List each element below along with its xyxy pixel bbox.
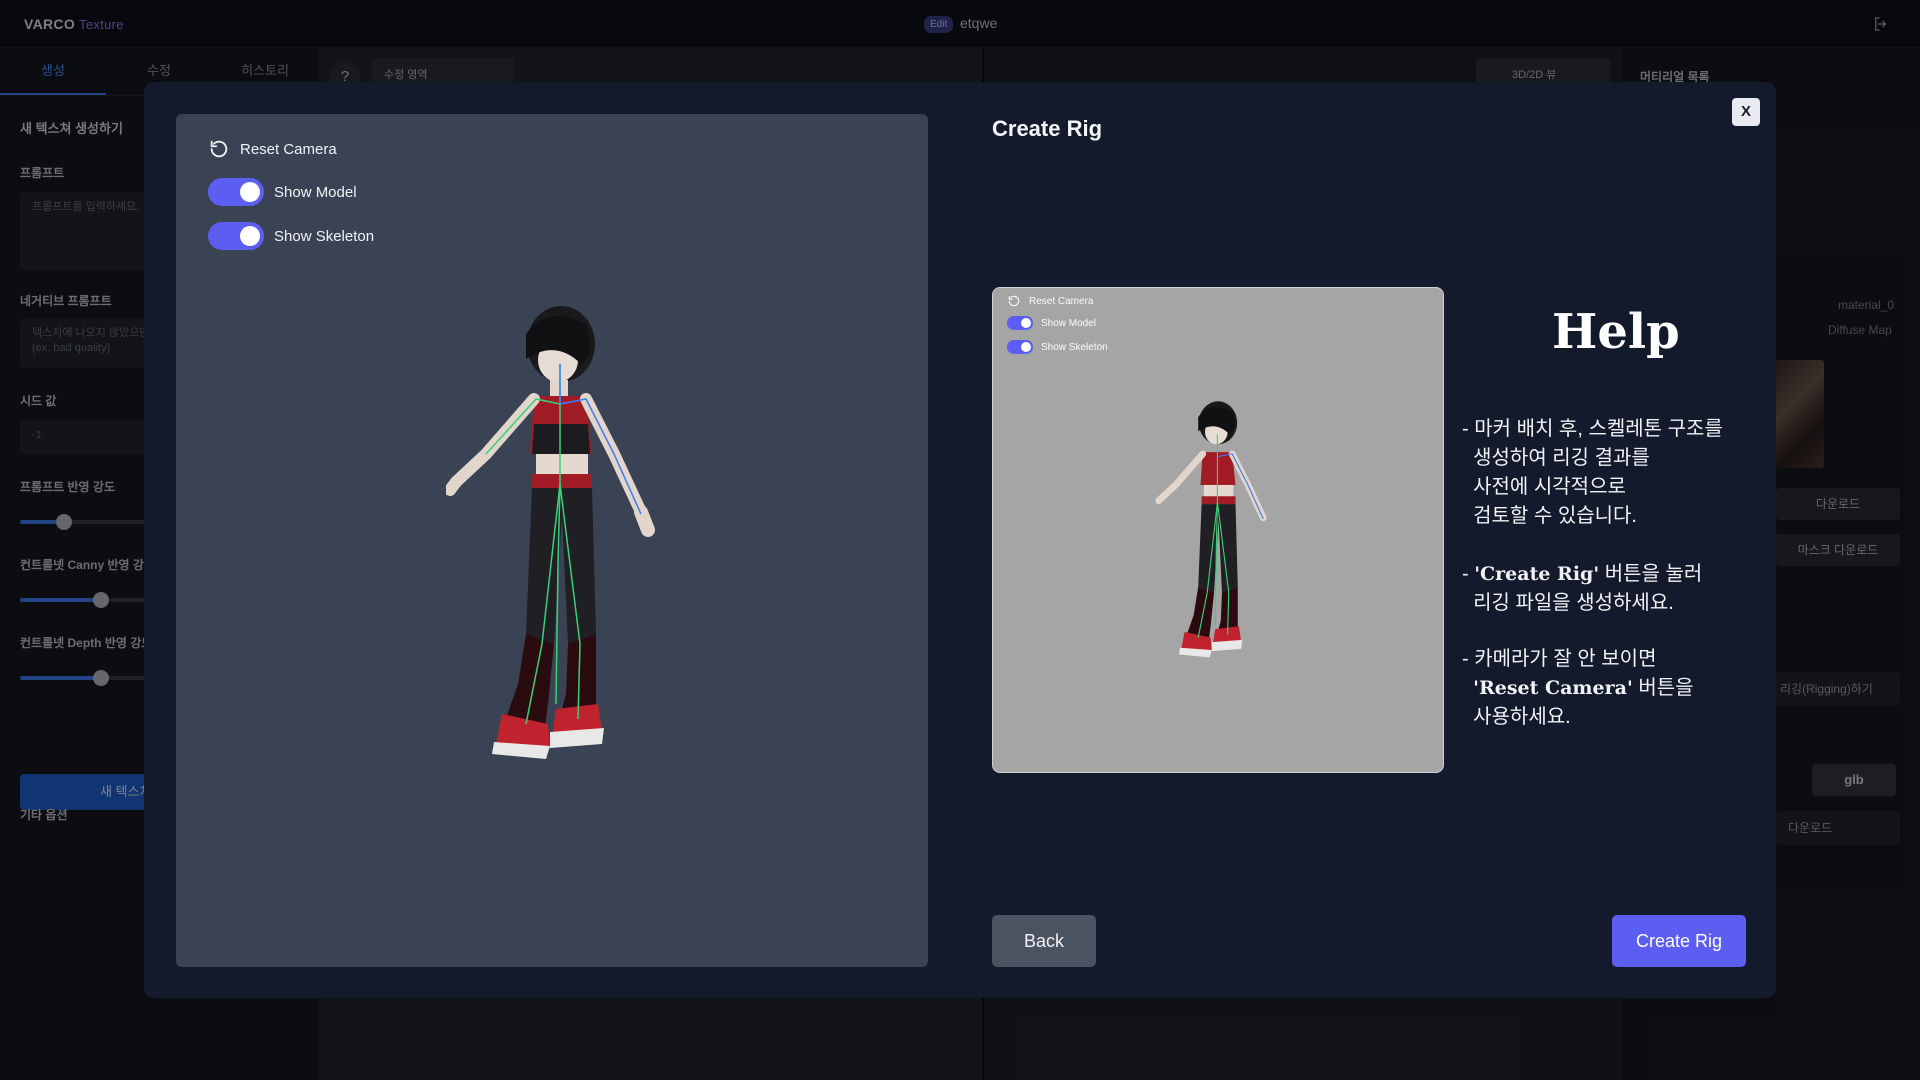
create-rig-button[interactable]: Create Rig <box>1612 915 1746 967</box>
preview-reset-camera: Reset Camera <box>1007 294 1093 308</box>
help-text-3: - 카메라가 잘 안 보이면 'Reset Camera' 버튼을 사용하세요. <box>1462 645 1762 732</box>
help-text-3-a: - 카메라가 잘 안 보이면 <box>1462 648 1657 670</box>
show-skeleton-toggle[interactable] <box>208 222 264 250</box>
help-text-1: - 마커 배치 후, 스켈레톤 구조를 생성하여 리깅 결과를 사전에 시각적으… <box>1462 418 1723 527</box>
create-rig-modal: Reset Camera Show Model Show Skeleton Cr… <box>144 82 1776 998</box>
rig-viewer[interactable]: Reset Camera Show Model Show Skeleton <box>176 114 928 967</box>
preview-show-model: Show Model <box>1007 316 1096 330</box>
help-title: Help <box>1552 304 1680 360</box>
preview-character <box>1153 398 1283 668</box>
preview-model-toggle <box>1007 316 1033 330</box>
show-model-toggle-row: Show Model <box>208 178 357 206</box>
preview-reset-icon <box>1008 295 1020 307</box>
preview-skeleton-label: Show Skeleton <box>1041 341 1108 353</box>
preview-model-label: Show Model <box>1041 317 1097 329</box>
help-text-2: - 'Create Rig' 버튼을 눌러 리깅 파일을 생성하세요. <box>1462 563 1703 614</box>
preview-character-figure <box>1155 401 1267 658</box>
show-skeleton-label: Show Skeleton <box>274 227 375 245</box>
reset-camera-label: Reset Camera <box>240 140 337 158</box>
show-skeleton-toggle-row: Show Skeleton <box>208 222 374 250</box>
preview-reset-label: Reset Camera <box>1029 295 1094 307</box>
reset-icon <box>210 140 228 158</box>
preview-show-skeleton: Show Skeleton <box>1007 340 1108 354</box>
show-model-label: Show Model <box>274 183 357 201</box>
modal-title: Create Rig <box>992 116 1103 141</box>
preview-skeleton-toggle <box>1007 340 1033 354</box>
help-create-rig-bold: 'Create Rig' <box>1474 563 1600 585</box>
help-reset-camera-bold: 'Reset Camera' <box>1473 677 1633 699</box>
character-figure <box>444 306 655 759</box>
help-preview-image: Reset Camera Show Model Show Skeleton <box>992 287 1444 773</box>
character-model[interactable] <box>444 304 676 774</box>
back-button[interactable]: Back <box>992 915 1096 967</box>
show-model-toggle[interactable] <box>208 178 264 206</box>
reset-camera-button[interactable]: Reset Camera <box>208 138 337 160</box>
close-button[interactable]: X <box>1732 98 1760 126</box>
